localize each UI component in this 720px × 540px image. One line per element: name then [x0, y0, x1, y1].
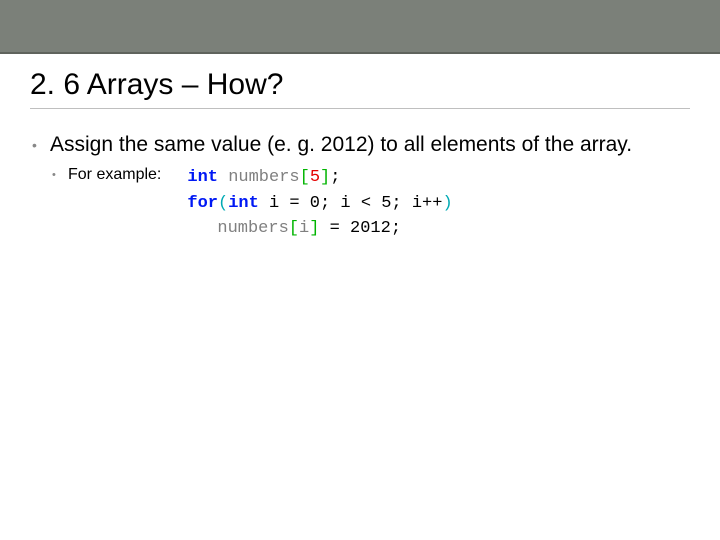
bracket-open: [: [300, 168, 310, 187]
bracket-open2: [: [289, 219, 299, 238]
code-block: int numbers[5]; for(int i = 0; i < 5; i+…: [187, 165, 452, 242]
slide-content: 2. 6 Arrays – How? Assign the same value…: [0, 54, 720, 242]
assign-2012: = 2012;: [319, 219, 401, 238]
code-line-4: numbers[i] = 2012;: [187, 216, 452, 242]
code-line-3: for(int i = 0; i < 5; i++): [187, 191, 452, 217]
ident-numbers2: numbers: [217, 219, 288, 238]
bracket-close2: ]: [309, 219, 319, 238]
keyword-for: for: [187, 194, 218, 213]
space: [218, 168, 228, 187]
index-i: i: [299, 219, 309, 238]
bullet-sub: For example:: [50, 165, 161, 186]
keyword-int2: int: [228, 194, 259, 213]
literal-5: 5: [310, 168, 320, 187]
header-bar: [0, 0, 720, 54]
bracket-close: ]: [320, 168, 330, 187]
example-row: For example: int numbers[5]; for(int i =…: [30, 165, 690, 242]
for-body: i = 0; i < 5; i++: [259, 194, 443, 213]
slide-title: 2. 6 Arrays – How?: [30, 68, 690, 109]
ident-numbers: numbers: [228, 168, 299, 187]
semicolon: ;: [330, 168, 340, 187]
paren-open: (: [218, 194, 228, 213]
paren-close: ): [442, 194, 452, 213]
code-line-1: int numbers[5];: [187, 165, 452, 191]
bullet-main: Assign the same value (e. g. 2012) to al…: [30, 131, 690, 159]
keyword-int: int: [187, 168, 218, 187]
